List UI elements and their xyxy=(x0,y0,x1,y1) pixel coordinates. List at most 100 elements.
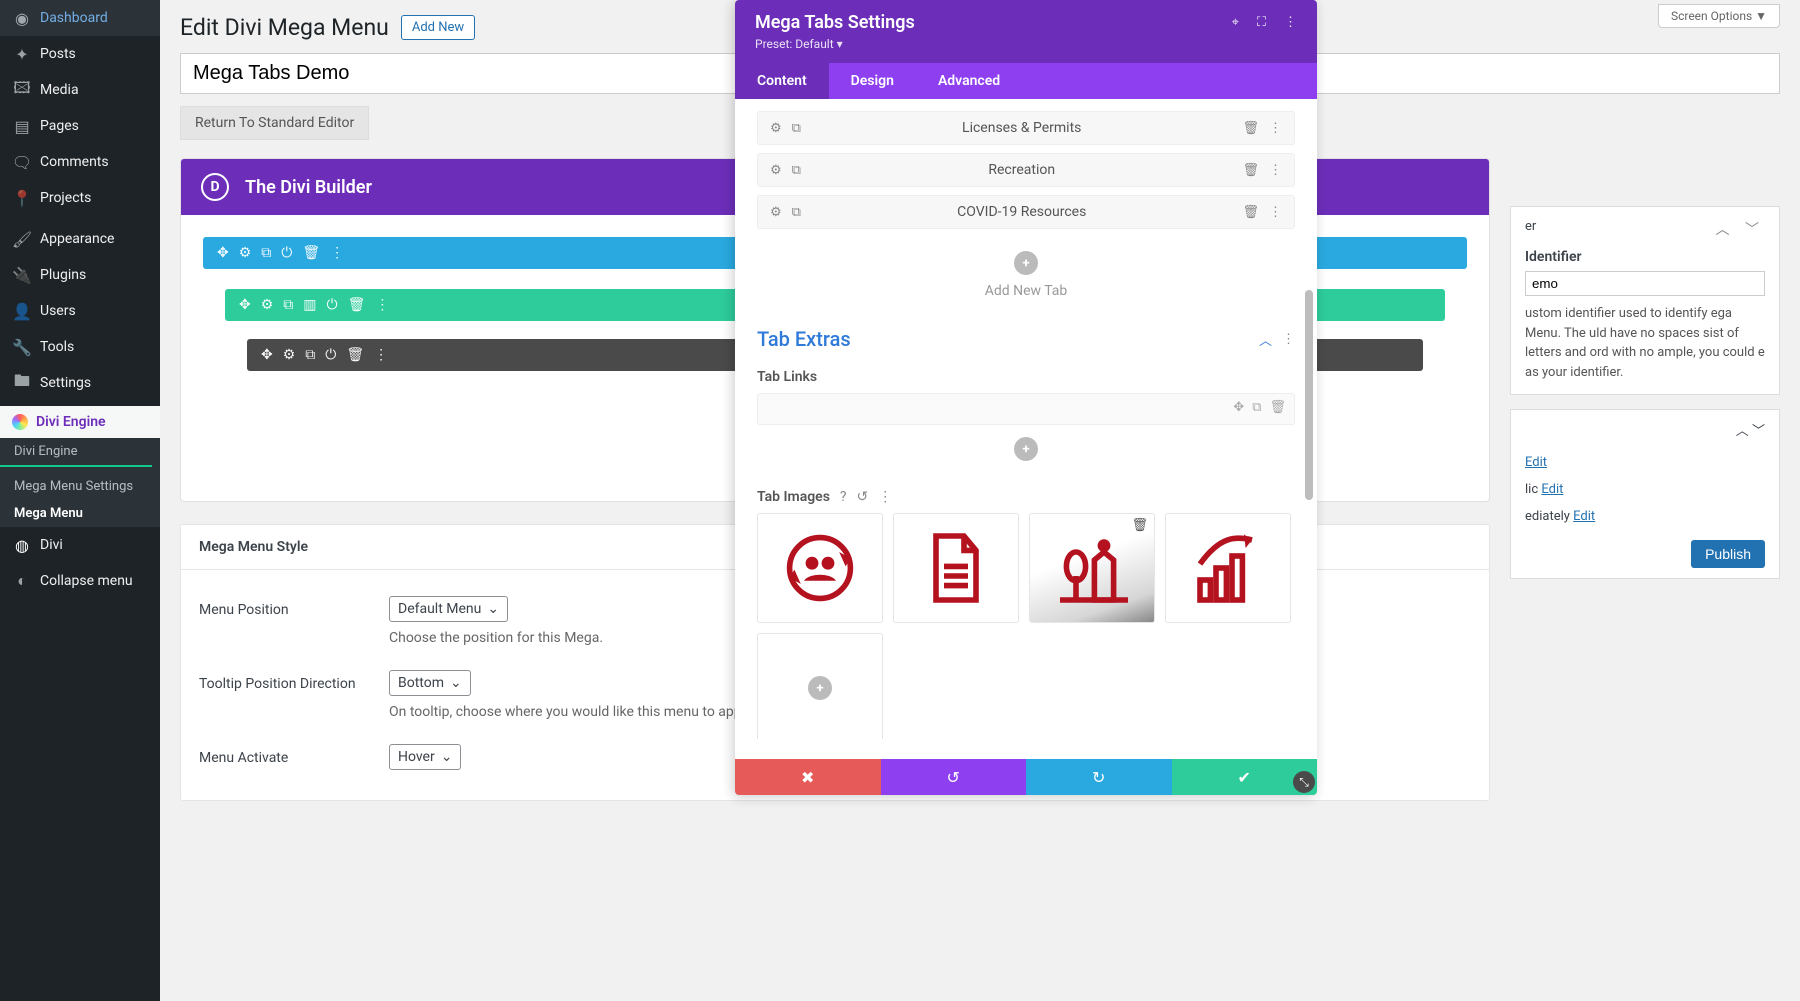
menu-activate-select[interactable]: Hover⌄ xyxy=(389,744,461,770)
modal-tabs: Content Design Advanced xyxy=(735,63,1317,99)
menu-projects[interactable]: 📍Projects xyxy=(0,180,160,216)
menu-divi[interactable]: ◍Divi xyxy=(0,527,160,563)
help-icon[interactable]: ? xyxy=(840,489,847,505)
menu-position-desc: Choose the position for this Mega. xyxy=(389,630,603,646)
menu-pages[interactable]: ▤Pages xyxy=(0,108,160,144)
sub-divi-engine[interactable]: Divi Engine xyxy=(0,438,152,467)
cancel-button[interactable]: ✖ xyxy=(735,759,881,795)
publish-button[interactable]: Publish xyxy=(1691,540,1765,568)
trash-icon[interactable]: 🗑 xyxy=(1242,205,1259,220)
tab-item-row[interactable]: ⚙⧉ COVID-19 Resources 🗑⋮ xyxy=(757,195,1295,229)
add-image-button[interactable]: + xyxy=(808,676,832,700)
more-icon[interactable]: ⋮ xyxy=(1269,163,1282,178)
move-icon[interactable]: ✥ xyxy=(217,245,229,261)
trash-icon[interactable]: 🗑 xyxy=(1269,400,1286,415)
tooltip-position-select[interactable]: Bottom⌄ xyxy=(389,670,471,696)
trash-icon[interactable]: 🗑 xyxy=(348,297,366,313)
duplicate-icon[interactable]: ⧉ xyxy=(261,245,271,261)
gear-icon[interactable]: ⚙ xyxy=(770,121,782,136)
tab-links-item[interactable]: ✥ ⧉ 🗑 xyxy=(757,393,1295,425)
more-icon[interactable]: ⋮ xyxy=(330,245,344,261)
identifier-input[interactable] xyxy=(1525,271,1765,296)
trash-icon[interactable]: 🗑 xyxy=(346,347,364,363)
menu-comments[interactable]: 🗨Comments xyxy=(0,144,160,180)
sub-mega-menu-settings[interactable]: Mega Menu Settings xyxy=(0,473,160,500)
tab-design[interactable]: Design xyxy=(829,63,916,99)
expand-icon[interactable]: ⛶ xyxy=(1257,15,1266,30)
tab-image-4[interactable] xyxy=(1165,513,1291,623)
menu-collapse[interactable]: ◐Collapse menu xyxy=(0,563,160,599)
gear-icon[interactable]: ⚙ xyxy=(770,163,782,178)
tab-advanced[interactable]: Advanced xyxy=(916,63,1022,99)
menu-plugins[interactable]: 🔌Plugins xyxy=(0,257,160,293)
more-icon[interactable]: ⋮ xyxy=(1269,205,1282,220)
tab-content[interactable]: Content xyxy=(735,63,829,99)
gear-icon[interactable]: ⚙ xyxy=(261,297,274,313)
power-icon[interactable]: ⏻ xyxy=(325,347,336,363)
power-icon[interactable]: ⏻ xyxy=(281,245,292,261)
more-icon[interactable]: ⋮ xyxy=(878,489,892,505)
return-standard-editor-button[interactable]: Return To Standard Editor xyxy=(180,106,369,140)
resize-handle[interactable]: ⤡ xyxy=(1293,771,1315,793)
move-icon[interactable]: ✥ xyxy=(239,297,251,313)
more-icon[interactable]: ⋮ xyxy=(1284,15,1297,30)
menu-settings[interactable]: 🖿Settings xyxy=(0,365,160,401)
duplicate-icon[interactable]: ⧉ xyxy=(792,121,801,136)
menu-divi-engine[interactable]: Divi Engine xyxy=(0,406,160,438)
move-icon[interactable]: ✥ xyxy=(1233,400,1244,415)
more-icon[interactable]: ⋮ xyxy=(1282,332,1295,347)
reset-icon[interactable]: ↺ xyxy=(857,489,869,505)
sub-mega-menu[interactable]: Mega Menu xyxy=(0,500,160,527)
duplicate-icon[interactable]: ⧉ xyxy=(283,297,293,313)
add-tab-link-button[interactable]: + xyxy=(1014,437,1038,461)
menu-position-select[interactable]: Default Menu⌄ xyxy=(389,596,508,622)
trash-icon[interactable]: 🗑 xyxy=(1242,163,1259,178)
duplicate-icon[interactable]: ⧉ xyxy=(792,205,801,220)
duplicate-icon[interactable]: ⧉ xyxy=(1252,400,1261,415)
tab-extras-section-header[interactable]: Tab Extras ︿⋮ xyxy=(757,319,1295,359)
close-icon: ✖ xyxy=(801,768,814,787)
metabox-collapse-icons[interactable]: ︿ ﹀ xyxy=(1716,219,1765,239)
trash-icon[interactable]: 🗑 xyxy=(1242,121,1259,136)
columns-icon[interactable]: ▥ xyxy=(303,297,316,313)
add-new-button[interactable]: Add New xyxy=(401,15,475,40)
screen-options-toggle[interactable]: Screen Options ▼ xyxy=(1658,4,1780,28)
trash-icon[interactable]: 🗑 xyxy=(1131,518,1148,533)
menu-divi-engine-label: Divi Engine xyxy=(36,414,106,430)
move-icon[interactable]: ✥ xyxy=(261,347,273,363)
add-tab-image-tile[interactable]: + xyxy=(757,633,883,739)
menu-tools[interactable]: 🔧Tools xyxy=(0,329,160,365)
more-icon[interactable]: ⋮ xyxy=(1269,121,1282,136)
edit-schedule-link[interactable]: Edit xyxy=(1573,509,1595,524)
edit-status-link[interactable]: Edit xyxy=(1525,455,1547,470)
chevron-down-icon: ⌄ xyxy=(487,601,499,617)
redo-button[interactable]: ↻ xyxy=(1026,759,1172,795)
gear-icon[interactable]: ⚙ xyxy=(770,205,782,220)
modal-scrollbar[interactable] xyxy=(1305,290,1313,500)
gear-icon[interactable]: ⚙ xyxy=(239,245,252,261)
tab-item-row[interactable]: ⚙⧉ Licenses & Permits 🗑⋮ xyxy=(757,111,1295,145)
preset-selector[interactable]: Preset: Default ▾ xyxy=(755,37,1297,51)
tab-image-1[interactable] xyxy=(757,513,883,623)
menu-dashboard[interactable]: ◉Dashboard xyxy=(0,0,160,36)
trash-icon[interactable]: 🗑 xyxy=(302,245,320,261)
menu-users[interactable]: 👤Users xyxy=(0,293,160,329)
tab-image-3[interactable]: 🗑 xyxy=(1029,513,1155,623)
menu-posts[interactable]: ✦Posts xyxy=(0,36,160,72)
tab-item-row[interactable]: ⚙⧉ Recreation 🗑⋮ xyxy=(757,153,1295,187)
undo-button[interactable]: ↺ xyxy=(881,759,1027,795)
menu-media[interactable]: 🖾Media xyxy=(0,72,160,108)
tab-image-2[interactable] xyxy=(893,513,1019,623)
add-new-tab-button[interactable]: + xyxy=(1014,251,1038,275)
duplicate-icon[interactable]: ⧉ xyxy=(792,163,801,178)
power-icon[interactable]: ⏻ xyxy=(327,297,338,313)
duplicate-icon[interactable]: ⧉ xyxy=(305,347,315,363)
target-icon[interactable]: ⌖ xyxy=(1232,15,1239,30)
metabox-collapse-icons[interactable]: ︿ ﹀ xyxy=(1736,420,1765,439)
more-icon[interactable]: ⋮ xyxy=(375,297,389,313)
chevron-up-icon[interactable]: ︿ xyxy=(1259,330,1272,349)
gear-icon[interactable]: ⚙ xyxy=(283,347,296,363)
more-icon[interactable]: ⋮ xyxy=(374,347,388,363)
edit-visibility-link[interactable]: Edit xyxy=(1541,482,1563,497)
menu-appearance[interactable]: 🖌Appearance xyxy=(0,221,160,257)
